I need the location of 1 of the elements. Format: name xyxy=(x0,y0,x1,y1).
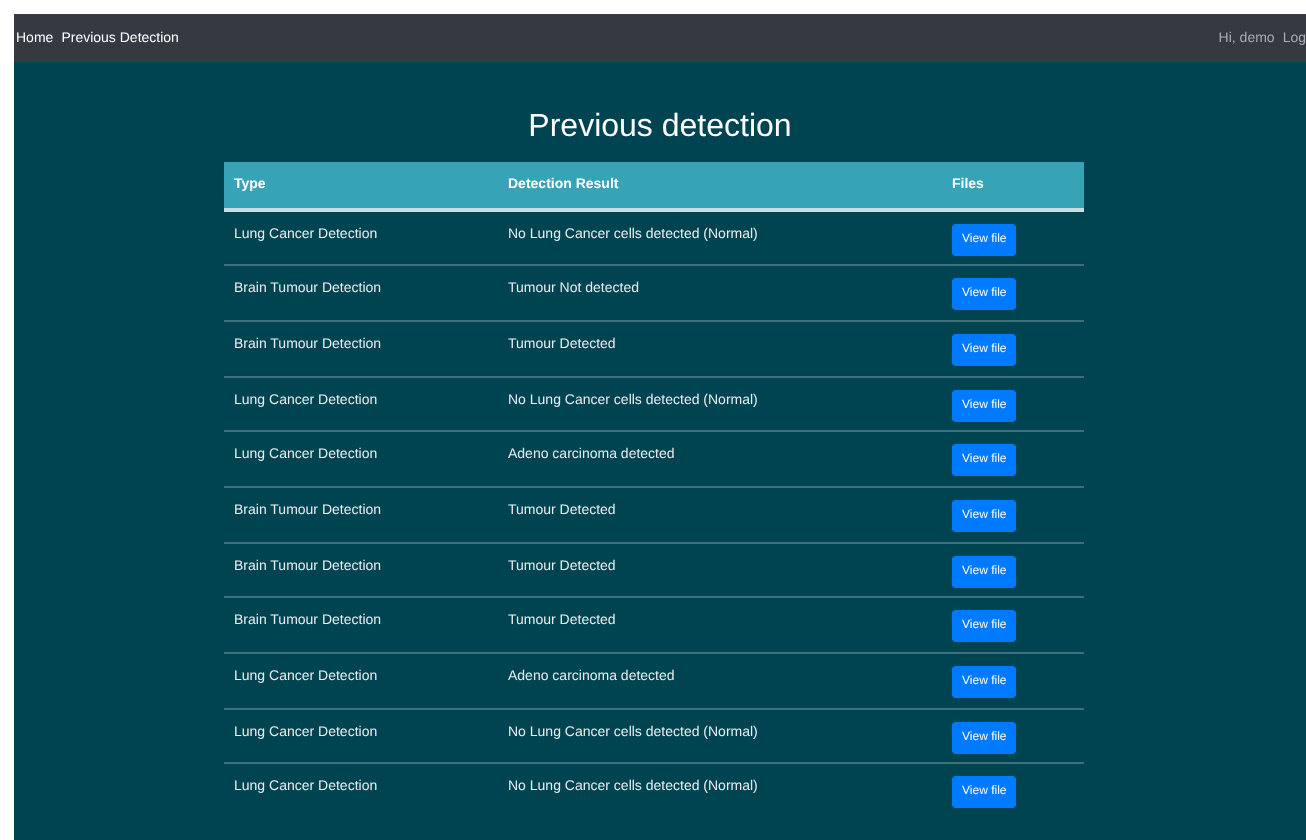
page-title: Previous detection xyxy=(528,110,792,146)
